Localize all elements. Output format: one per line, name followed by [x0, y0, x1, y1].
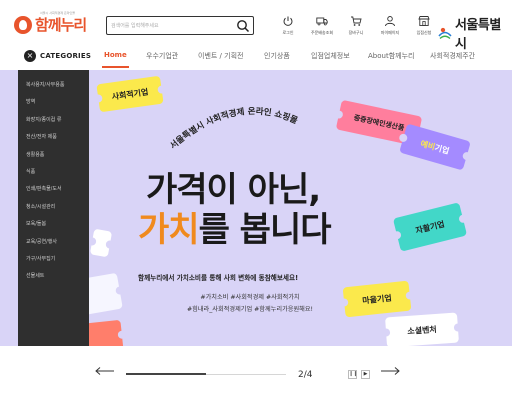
slider-progress-track — [126, 373, 286, 375]
nav-social-economy-week[interactable]: 사회적경제주간 — [430, 51, 475, 61]
sidebar-item-living[interactable]: 생활용품 — [18, 150, 89, 167]
arc-title-text: 서울특별시 사회적경제 온라인 쇼핑몰 — [168, 106, 299, 152]
sidebar-item-office[interactable]: 복사용지/사무용품 — [18, 80, 89, 97]
cart-link[interactable]: 장바구니 — [339, 15, 373, 36]
ticket-pre-suffix: 기업 — [433, 142, 451, 156]
sidebar-item-print[interactable]: 인쇄/판촉물/도서 — [18, 184, 89, 201]
sidebar-item-paper[interactable]: 화장지/종이컵 류 — [18, 115, 89, 132]
logo-mark-icon — [14, 15, 32, 34]
nav-events[interactable]: 이벤트 / 기획전 — [198, 51, 243, 61]
next-arrow-icon[interactable] — [380, 366, 400, 376]
utility-menu: 로그인 주문배송조회 장바구니 마이페이지 입점신청 — [271, 15, 441, 36]
banner-hashtags: #가치소비 #사회적경제 #사회적가치 #힘내라_사회적경제기업 #함께누리가응… — [170, 292, 330, 316]
util-label-cart: 장바구니 — [348, 30, 364, 35]
hashtag-line2: #힘내라_사회적경제기업 #함께누리가응원해요! — [186, 306, 314, 313]
ticket-decoration — [89, 228, 113, 258]
slider-progress-fill — [126, 373, 206, 375]
headline-highlight: 가치 — [138, 210, 200, 250]
ticket-pre-social-enterprise: 예비 기업 — [399, 123, 471, 171]
search-button[interactable] — [236, 19, 250, 33]
slide-counter: 2/4 — [298, 370, 313, 380]
login-link[interactable]: 로그인 — [271, 15, 305, 36]
util-label-orders: 주문배송조회 — [310, 30, 334, 35]
search-box — [106, 16, 254, 35]
category-sidebar: 복사용지/사무용품 방역 화장지/종이컵 류 전산/전자 제품 생활용품 식품 … — [18, 70, 89, 346]
user-icon — [385, 16, 395, 27]
site-logo[interactable]: 함께누리 — [14, 14, 87, 35]
truck-icon — [316, 17, 328, 26]
store-icon — [418, 16, 430, 26]
categories-label: CATEGORIES — [40, 52, 92, 60]
main-nav: × CATEGORIES Home 우수기업관 이벤트 / 기획전 인기상품 입… — [0, 42, 512, 70]
search-icon — [237, 20, 250, 33]
ticket-social-venture: 소셜벤처 — [385, 312, 459, 346]
sidebar-item-cleaning[interactable]: 청소/시설관리 — [18, 202, 89, 219]
pause-button[interactable]: ❙❙ — [348, 370, 357, 379]
seoul-emblem-icon — [438, 27, 452, 40]
hashtag-line1: #가치소비 #사회적경제 #사회적가치 — [200, 294, 300, 301]
mypage-link[interactable]: 마이페이지 — [373, 15, 407, 36]
util-label-apply: 입점신청 — [416, 30, 432, 35]
banner-arc-title: 서울특별시 사회적경제 온라인 쇼핑몰 — [168, 106, 299, 152]
close-icon: × — [24, 50, 36, 62]
nav-vendor-info[interactable]: 입점업체정보 — [311, 51, 350, 61]
header: 함께누리 서울시 사회적경제 온라인몰 로그인 주문배송 — [0, 0, 512, 52]
ticket-self-support: 자활기업 — [392, 202, 468, 252]
sidebar-item-gift[interactable]: 선물세트 — [18, 271, 89, 288]
util-label-login: 로그인 — [282, 30, 294, 35]
headline-rest: 를 봅니다 — [198, 210, 332, 250]
nav-best-companies[interactable]: 우수기업관 — [146, 51, 178, 61]
nav-about[interactable]: About함께누리 — [368, 51, 414, 61]
logo-text: 함께누리 — [35, 16, 87, 34]
sidebar-item-care[interactable]: 보육/돌봄 — [18, 219, 89, 236]
nav-home[interactable]: Home — [102, 51, 129, 68]
sidebar-item-food[interactable]: 식품 — [18, 167, 89, 184]
slider-controls: 2/4 ❙❙ ▶ — [0, 346, 512, 407]
vendor-apply-link[interactable]: 입점신청 — [407, 15, 441, 36]
nav-popular[interactable]: 인기상품 — [264, 51, 290, 61]
power-icon — [283, 16, 293, 26]
logo-subtext: 서울시 사회적경제 온라인몰 — [40, 11, 76, 15]
sidebar-item-education[interactable]: 교육/공연/행사 — [18, 237, 89, 254]
sidebar-item-furniture[interactable]: 가구/사무집기 — [18, 254, 89, 271]
util-label-mypage: 마이페이지 — [380, 30, 400, 35]
search-input[interactable] — [111, 19, 231, 33]
svg-text:서울특별시 사회적경제 온라인 쇼핑몰: 서울특별시 사회적경제 온라인 쇼핑몰 — [168, 106, 299, 152]
ticket-village-enterprise: 마을기업 — [342, 280, 412, 318]
prev-arrow-icon[interactable] — [95, 366, 115, 376]
categories-toggle[interactable]: × CATEGORIES — [24, 50, 91, 62]
headline-line2: 가치를 봅니다 — [138, 202, 332, 251]
main-banner[interactable]: 복사용지/사무용품 방역 화장지/종이컵 류 전산/전자 제품 생활용품 식품 … — [0, 70, 512, 346]
sidebar-item-electronics[interactable]: 전산/전자 제품 — [18, 132, 89, 149]
sidebar-item-quarantine[interactable]: 방역 — [18, 97, 89, 114]
ticket-social-enterprise: 사회적기업 — [96, 75, 164, 113]
cart-icon — [351, 16, 362, 26]
play-button[interactable]: ▶ — [361, 370, 370, 379]
order-tracking-link[interactable]: 주문배송조회 — [305, 15, 339, 36]
